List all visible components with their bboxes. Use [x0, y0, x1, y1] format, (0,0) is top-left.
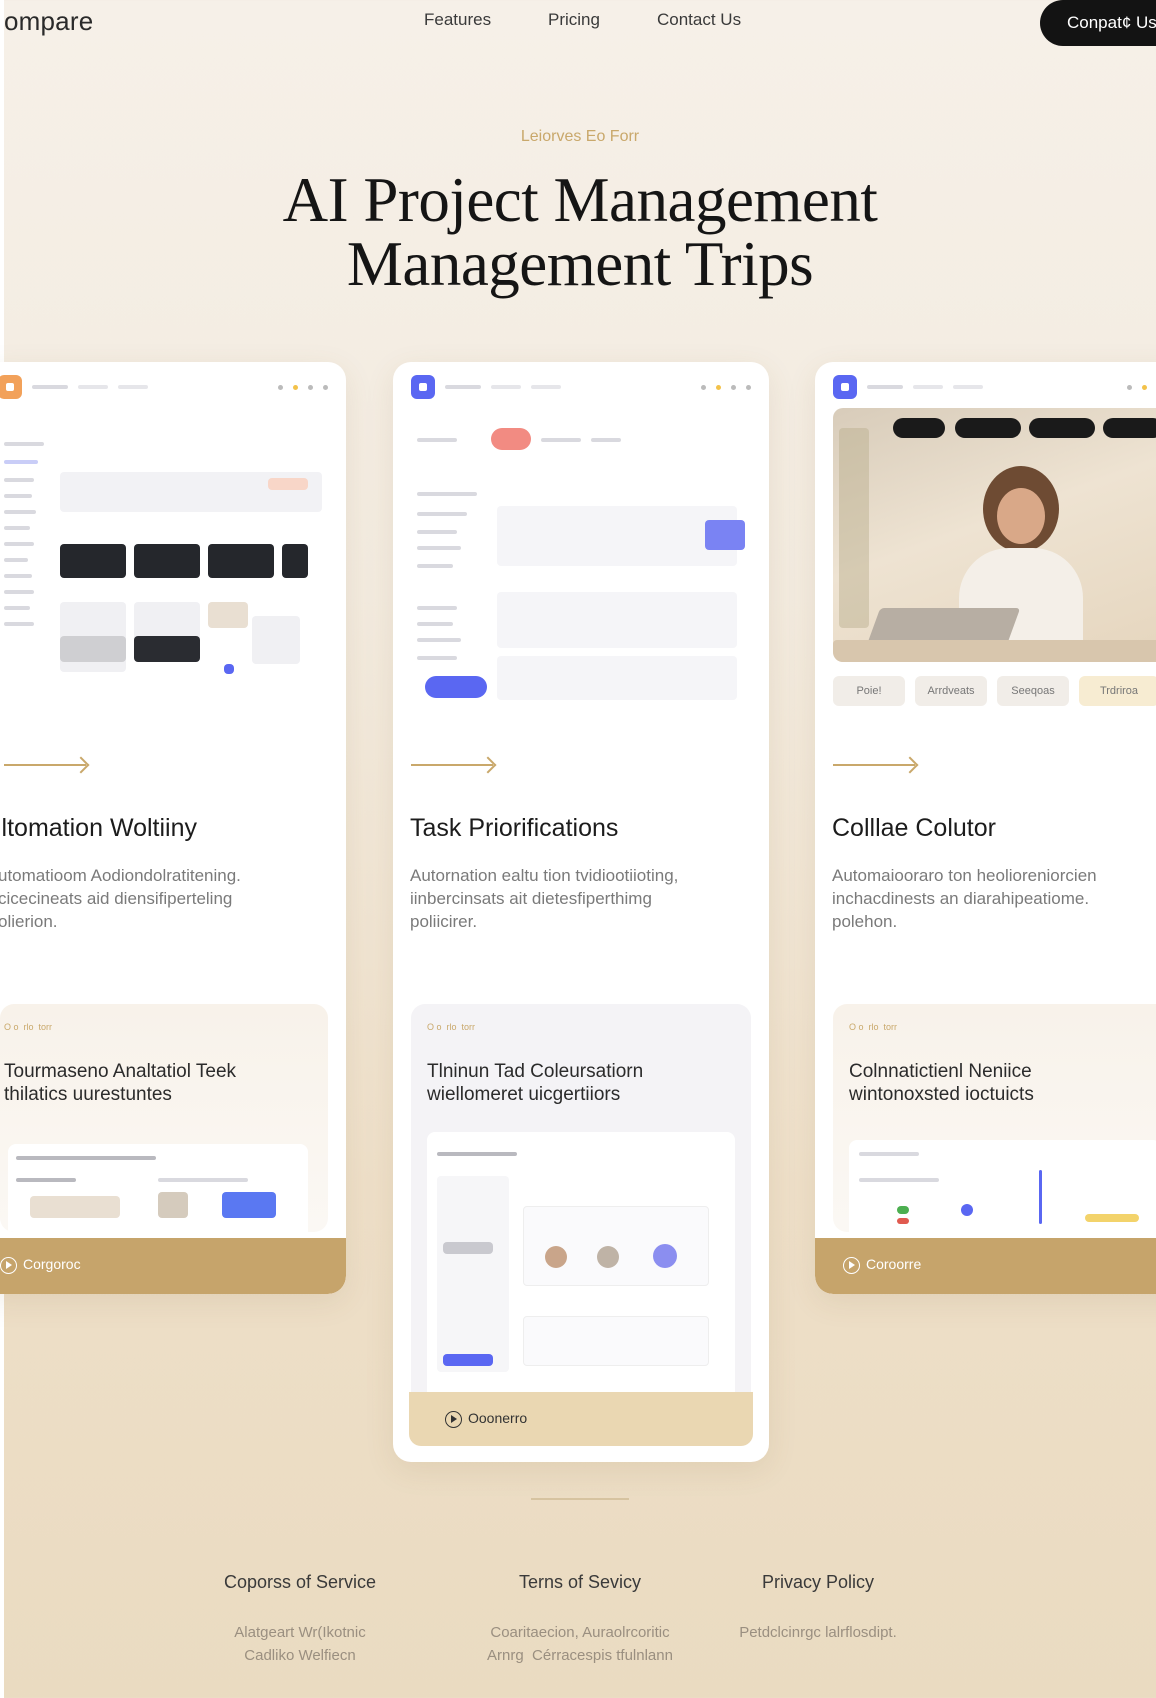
nav-link-features[interactable]: Features — [424, 10, 491, 30]
tab-item[interactable]: Arrdveats — [915, 676, 987, 706]
person-photo — [833, 408, 1156, 662]
tab-item[interactable]: Poie! — [833, 676, 905, 706]
mockup-logo-icon — [411, 375, 435, 399]
subpanel-tag: O o rlo torr — [4, 1022, 53, 1032]
section-divider — [531, 1498, 629, 1500]
top-nav: ompare Features Pricing Contact Us Conpa… — [0, 0, 1156, 46]
card-description: Automaiooraro ton heolioreniorcien inchac… — [832, 866, 1097, 931]
play-icon — [445, 1410, 462, 1428]
mockup-toolbar — [0, 375, 328, 399]
card-title: Task Priorifications — [410, 814, 619, 842]
subpanel-mockup — [8, 1144, 308, 1232]
card-subpanel: O o rlo torr Tourmaseno Analtatiol Teek t… — [0, 1004, 328, 1232]
arrow-icon — [833, 764, 915, 766]
subpanel-mockup — [849, 1140, 1156, 1232]
card-footer-button[interactable]: Corgoroc — [0, 1238, 346, 1294]
footer-column-service: Coporss of Service Alatgeart Wr(Ikotnic C… — [200, 1572, 400, 1667]
dashboard-mockup — [0, 375, 328, 736]
mockup-toolbar — [411, 375, 751, 399]
hero-eyebrow: Leiorves Eo Forr — [520, 128, 640, 145]
feature-card-collaboration[interactable]: Poie! Arrdveats Seeqoas Trdriroa Colllae… — [815, 362, 1156, 1294]
subpanel-tag: O o rlo torr — [849, 1022, 898, 1032]
feature-card-task-prioritization[interactable]: Task Priorifications Autornation ealtu t… — [393, 362, 769, 1462]
play-icon — [843, 1256, 860, 1274]
footer-link-privacy[interactable]: Privacy Policy — [718, 1572, 918, 1593]
feature-card-automation[interactable]: lltomation Woltiiny utomatioom Aodiondol… — [0, 362, 346, 1294]
subpanel-mockup — [427, 1132, 735, 1392]
card-subpanel: O o rlo torr Tlninun Tad Coleursatiorn wi… — [411, 1004, 751, 1446]
card-footer-button[interactable]: Coroorre — [815, 1238, 1156, 1294]
subpanel-tag: O o rlo torr — [427, 1022, 476, 1032]
contact-us-button[interactable]: Conpat¢ Us — [1040, 0, 1156, 46]
footer-column-terms: Terns of Sevicy Coaritaecion, Auraolrcor… — [460, 1572, 700, 1667]
mockup-logo-icon — [833, 375, 857, 399]
nav-link-contact[interactable]: Contact Us — [657, 10, 741, 30]
brand-logo[interactable]: ompare — [4, 6, 93, 37]
card-description: utomatioom Aodiondolratitening. cicecinea… — [0, 866, 241, 931]
footer-column-privacy: Privacy Policy Petdclcinrgc lalrflosdipt… — [718, 1572, 918, 1644]
subpanel-title: Tourmaseno Analtatiol Teek thilatics uure… — [4, 1061, 237, 1105]
card-description: Autornation ealtu tion tvidiootiioting, i… — [410, 866, 679, 931]
dashboard-mockup — [411, 375, 751, 736]
tab-item[interactable]: Trdriroa — [1079, 676, 1156, 706]
footer-text: Alatgeart Wr(Ikotnic Cadliko Welfiecn — [234, 1624, 366, 1664]
subpanel-title: Tlninun Tad Coleursatiorn wiellomeret uic… — [427, 1061, 644, 1105]
tab-strip: Poie! Arrdveats Seeqoas Trdriroa — [833, 676, 1156, 706]
card-subpanel: O o rlo torr Colnnatictienl Neniice winto… — [833, 1004, 1156, 1232]
card-title: Colllae Colutor — [832, 814, 996, 842]
play-icon — [0, 1256, 17, 1274]
card-title: lltomation Woltiiny — [0, 814, 198, 842]
subpanel-title: Colnnatictienl Neniice wintonoxsted ioctu… — [849, 1061, 1034, 1105]
arrow-icon — [411, 764, 493, 766]
dashboard-mockup: Poie! Arrdveats Seeqoas Trdriroa — [833, 375, 1156, 736]
mockup-toolbar — [833, 375, 1156, 399]
mockup-logo-icon — [0, 375, 22, 399]
footer-link-terms[interactable]: Terns of Sevicy — [460, 1572, 700, 1593]
nav-link-pricing[interactable]: Pricing — [548, 10, 600, 30]
hero-title-line-2: Management Trips — [346, 229, 814, 299]
hero-title: AI Project Management Management Trips — [0, 168, 1156, 296]
footer-link-service[interactable]: Coporss of Service — [200, 1572, 400, 1593]
card-footer-button[interactable]: Ooonerro — [409, 1392, 753, 1446]
footer-text: Petdclcinrgc lalrflosdipt. — [739, 1624, 897, 1641]
tab-item[interactable]: Seeqoas — [997, 676, 1069, 706]
hero-title-line-1: AI Project Management — [282, 165, 878, 235]
arrow-icon — [4, 764, 86, 766]
footer-text: Coaritaecion, Auraolrcoritic Arnrg Cérrac… — [487, 1624, 673, 1664]
